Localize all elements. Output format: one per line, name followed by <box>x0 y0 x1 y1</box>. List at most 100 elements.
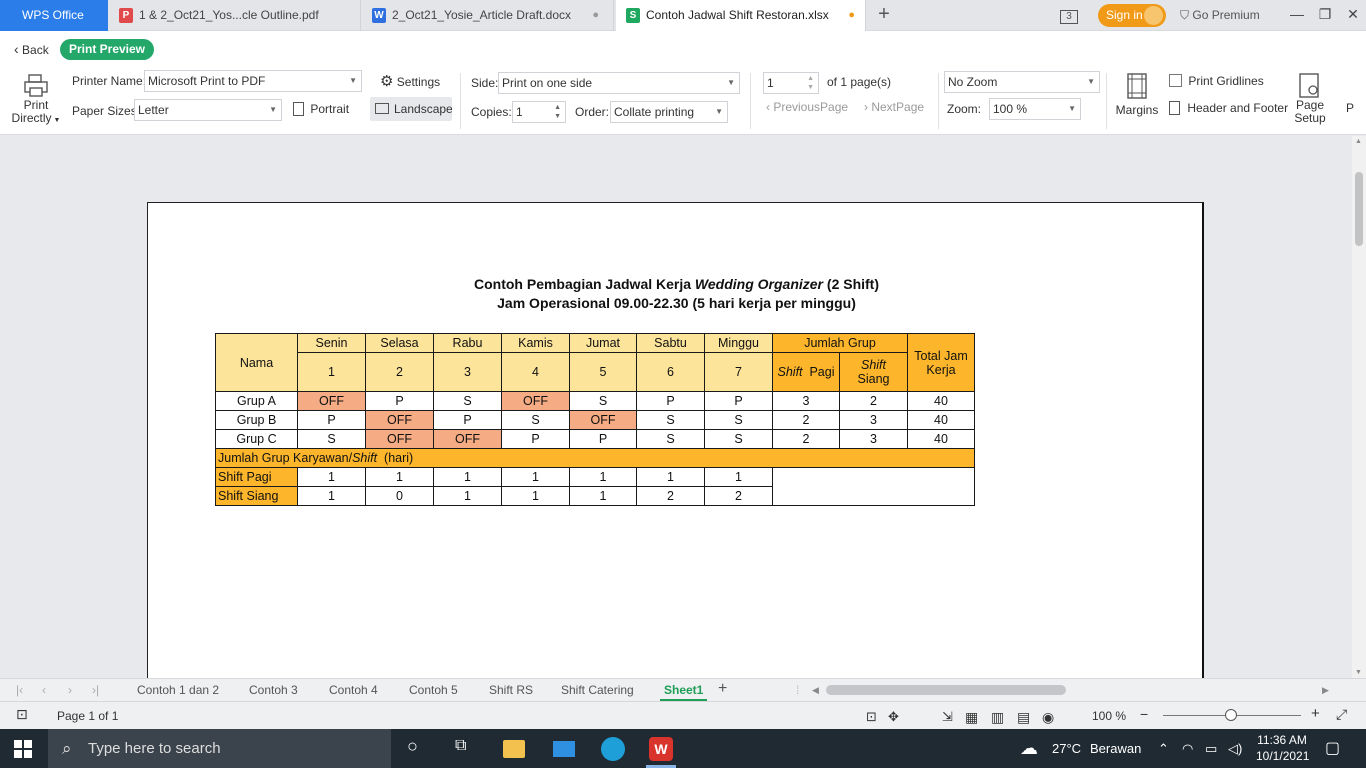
minimize-button[interactable]: — <box>1282 0 1312 31</box>
scroll-up-icon[interactable]: ▲ <box>1355 138 1362 145</box>
header-footer-button[interactable]: Header and Footer <box>1169 101 1288 115</box>
add-sheet-button[interactable]: + <box>718 680 727 698</box>
weather-cloud-icon[interactable]: ☁ <box>1020 729 1038 768</box>
preview-canvas[interactable]: Contoh Pembagian Jadwal Kerja Wedding Or… <box>0 136 1352 678</box>
count-cell: 1 <box>433 486 502 506</box>
tab-docx-article[interactable]: W 2_Oct21_Yosie_Article Draft.docx ● <box>362 0 614 31</box>
page-count-label: of 1 page(s) <box>827 75 892 89</box>
zoom-value-select[interactable]: 100 % ▼ <box>989 98 1081 120</box>
margins-icon <box>1127 73 1147 99</box>
wps-office-home-tab[interactable]: WPS Office <box>0 0 108 31</box>
tab-xlsx-jadwal-shift[interactable]: S Contoh Jadwal Shift Restoran.xlsx ● <box>616 0 866 31</box>
margins-button[interactable]: Margins <box>1114 71 1160 123</box>
fullscreen-icon[interactable]: ⤢ <box>1336 706 1347 723</box>
weather-condition[interactable]: Berawan <box>1090 729 1141 768</box>
header-day: Rabu <box>433 333 502 353</box>
print-side-select[interactable]: Print on one side ▼ <box>498 72 740 94</box>
more-toolbar-button[interactable]: P <box>1346 101 1354 115</box>
sheet-tab[interactable]: Contoh 3 <box>249 683 298 697</box>
scrollbar-thumb[interactable] <box>1355 172 1363 246</box>
restore-button[interactable]: ❐ <box>1310 0 1340 31</box>
page-setup-button[interactable]: Page Setup <box>1290 71 1330 131</box>
sheet-tab[interactable]: Contoh 1 dan 2 <box>137 683 219 697</box>
paper-size-select[interactable]: Letter ▼ <box>134 99 282 121</box>
close-button[interactable]: ✕ <box>1338 0 1366 31</box>
unsaved-dot-icon[interactable]: ● <box>848 0 855 31</box>
printer-name-label: Printer Name: <box>72 74 147 88</box>
count-cell: 1 <box>569 486 637 506</box>
cortana-icon[interactable]: ○ <box>407 736 418 757</box>
tray-chevron-up-icon[interactable]: ⌃ <box>1158 729 1169 768</box>
new-tab-button[interactable]: + <box>874 0 894 31</box>
group-row: Grup C S OFF OFF P P S S 2 3 40 <box>215 429 975 449</box>
settings-button[interactable]: ⚙ Settings <box>380 72 440 90</box>
vertical-scrollbar[interactable]: ▲ ▼ <box>1352 136 1366 678</box>
scroll-left-icon[interactable]: ◀ <box>812 685 819 696</box>
sheet-tab[interactable]: Shift RS <box>489 683 533 697</box>
zoom-mode-select[interactable]: No Zoom ▼ <box>944 71 1100 93</box>
first-sheet-icon[interactable]: |‹ <box>16 683 23 697</box>
export-icon[interactable]: ⇲ <box>942 709 953 725</box>
wps-office-taskbar-icon[interactable]: W <box>649 737 673 761</box>
network-icon[interactable]: ◠ <box>1182 729 1193 768</box>
collate-order-select[interactable]: Collate printing ▼ <box>610 101 728 123</box>
print-directly-button[interactable]: Print Directly ▼ <box>10 71 62 131</box>
battery-icon[interactable]: ▭ <box>1205 729 1217 768</box>
scroll-right-icon[interactable]: ▶ <box>1322 685 1329 696</box>
file-explorer-icon[interactable] <box>503 740 525 758</box>
group-total-cell: 40 <box>907 429 975 449</box>
page-break-view-icon[interactable]: ▥ <box>991 709 1004 726</box>
group-siang-cell: 2 <box>839 391 908 411</box>
zoom-in-button[interactable]: + <box>1311 705 1320 722</box>
taskbar-search-box[interactable]: ⌕ Type here to search <box>48 729 391 768</box>
print-gridlines-checkbox[interactable]: Print Gridlines <box>1169 74 1264 88</box>
window-count-badge[interactable]: 3 <box>1060 0 1080 31</box>
prev-sheet-icon[interactable]: ‹ <box>42 683 46 697</box>
zoom-level[interactable]: 100 % <box>1092 709 1126 723</box>
portrait-button[interactable]: Portrait <box>293 102 349 116</box>
temperature[interactable]: 27°C <box>1052 729 1081 768</box>
notification-icon[interactable]: ▢ <box>1325 729 1340 768</box>
sheet-tab[interactable]: Shift Catering <box>561 683 634 697</box>
shift-cell: S <box>704 410 773 430</box>
page-number-input[interactable]: 1 ▲ ▼ <box>763 72 819 94</box>
previous-page-button[interactable]: ‹ PreviousPage <box>766 100 848 114</box>
go-premium-button[interactable]: ⛉ Go Premium <box>1180 0 1260 31</box>
print-preview-badge[interactable]: Print Preview <box>60 39 154 60</box>
last-sheet-icon[interactable]: ›| <box>92 683 99 697</box>
next-page-button[interactable]: › NextPage <box>864 100 924 114</box>
eye-protection-icon[interactable]: ◉ <box>1042 709 1054 726</box>
zoom-out-button[interactable]: − <box>1140 706 1148 722</box>
sign-in-button[interactable]: Sign in <box>1098 4 1166 27</box>
band-italic: Shift <box>352 451 378 465</box>
horizontal-scrollbar-thumb[interactable] <box>826 685 1066 695</box>
zoom-slider-knob[interactable] <box>1225 709 1237 721</box>
tab-close-icon[interactable]: ● <box>592 0 599 31</box>
task-view-icon[interactable]: ⧉ <box>455 737 466 755</box>
edge-browser-icon[interactable] <box>601 737 625 761</box>
printer-name-select[interactable]: Microsoft Print to PDF ▼ <box>144 70 362 92</box>
landscape-page-icon <box>375 103 389 114</box>
next-sheet-icon[interactable]: › <box>68 683 72 697</box>
reading-view-icon[interactable]: ▤ <box>1017 709 1030 726</box>
sheet-tab[interactable]: Contoh 5 <box>409 683 458 697</box>
sheet-tab[interactable]: Sheet1 <box>659 683 708 701</box>
tab-pdf-outline[interactable]: P 1 & 2_Oct21_Yos...cle Outline.pdf <box>109 0 361 31</box>
copies-stepper[interactable]: 1 ▲ ▼ <box>512 101 566 123</box>
move-icon[interactable]: ✥ <box>888 709 899 725</box>
zoom-slider[interactable] <box>1163 709 1301 721</box>
fit-page-icon[interactable]: ⊡ <box>866 709 877 725</box>
band-row-jumlah-grup-karyawan: Jumlah Grup Karyawan/Shift (hari) <box>215 448 975 468</box>
volume-icon[interactable]: ◁) <box>1228 729 1242 768</box>
windows-start-button[interactable] <box>14 740 32 758</box>
clock[interactable]: 11:36 AM 10/1/2021 <box>1256 732 1309 764</box>
scroll-down-icon[interactable]: ▼ <box>1355 669 1362 676</box>
order-label: Order: <box>575 105 610 119</box>
page-status-icon[interactable]: ⊡ <box>16 706 28 723</box>
landscape-button[interactable]: Landscape <box>370 97 453 121</box>
mail-icon[interactable] <box>553 741 575 757</box>
normal-view-icon[interactable]: ▦ <box>965 709 978 726</box>
sheet-tab[interactable]: Contoh 4 <box>329 683 378 697</box>
count-cell: 1 <box>636 467 705 487</box>
back-button[interactable]: ‹ Back <box>14 41 49 57</box>
